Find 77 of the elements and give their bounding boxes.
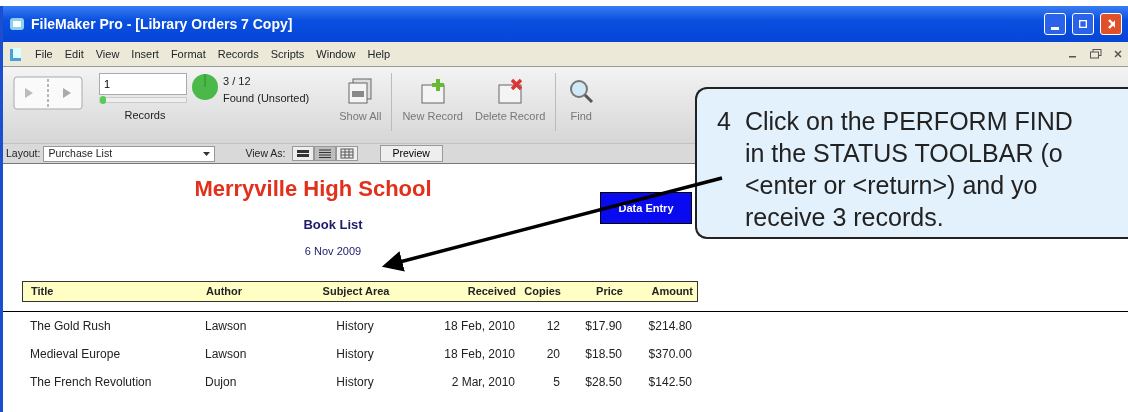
instruction-text: receive 3 records. <box>744 202 945 233</box>
table-cell-text: 5 <box>552 374 560 391</box>
step-number: 4 <box>717 106 731 137</box>
table-cell-text: History <box>335 374 375 391</box>
table-view-icon <box>338 148 355 159</box>
view-mode-button[interactable] <box>313 146 336 161</box>
menu-item[interactable]: Window <box>316 45 356 63</box>
app-icon <box>9 16 25 32</box>
slider-thumb[interactable] <box>100 96 106 104</box>
instruction-text: Click on the PERFORM FIND <box>744 106 1073 137</box>
view-as-label: View As: <box>245 145 286 161</box>
menu-item[interactable]: View <box>95 45 120 63</box>
menu-item[interactable]: Insert <box>131 45 159 63</box>
instruction-text: <enter or <return>) and yo <box>744 170 1039 201</box>
table-cell-text: $17.90 <box>584 318 622 335</box>
table-cell-text: The French Revolution <box>30 374 153 391</box>
toolbar-button[interactable]: Delete Record <box>468 73 552 129</box>
dropdown-arrow-icon <box>203 151 211 156</box>
minimize-button[interactable] <box>1044 13 1066 35</box>
record-slider[interactable] <box>99 97 187 103</box>
preview-button[interactable]: Preview <box>379 145 443 162</box>
column-header: Title <box>31 284 55 300</box>
report-subtitle: Book List <box>302 216 364 234</box>
table-cell-text: 18 Feb, 2010 <box>443 346 515 363</box>
menu-item[interactable]: Records <box>217 45 259 63</box>
column-header: Author <box>206 284 244 300</box>
close-icon <box>1107 18 1115 30</box>
table-cell-text: $142.50 <box>647 374 692 391</box>
column-header: Subject Area <box>321 284 391 300</box>
table-cell-text: 20 <box>545 346 560 363</box>
column-header: Copies <box>523 284 561 300</box>
document-icon <box>9 46 23 62</box>
found-status: Found (Unsorted) <box>223 90 310 106</box>
column-header: Price <box>595 284 623 300</box>
minimize-icon <box>1051 26 1059 30</box>
menu-item[interactable]: File <box>35 45 53 63</box>
table-cell-text: 18 Feb, 2010 <box>443 318 515 335</box>
close-button[interactable] <box>1100 13 1122 35</box>
column-header: Amount <box>650 284 693 300</box>
layout-dropdown[interactable]: Purchase List <box>43 145 216 162</box>
maximize-button[interactable] <box>1072 13 1094 35</box>
list-view-icon <box>316 148 333 159</box>
column-header: Received <box>466 284 516 300</box>
table-cell-text: $18.50 <box>584 346 622 363</box>
restore-icon[interactable] <box>1090 49 1102 59</box>
table-cell-text: History <box>335 346 375 363</box>
found-count: 3 / 12 <box>223 74 252 89</box>
layout-label: Layout: <box>6 145 41 161</box>
table-cell-text: $214.80 <box>647 318 692 335</box>
toolbar-button[interactable]: New Record <box>396 73 469 129</box>
close-icon[interactable] <box>1114 49 1122 59</box>
menu-item[interactable]: Format <box>170 45 206 63</box>
table-cell-text: History <box>335 318 375 335</box>
report-date: 6 Nov 2009 <box>303 243 363 259</box>
instruction-text: in the STATUS TOOLBAR (o <box>744 138 1064 169</box>
view-mode-button[interactable] <box>291 146 314 161</box>
window-title: FileMaker Pro - [Library Orders 7 Copy] <box>31 14 294 34</box>
table-cell-text: $28.50 <box>584 374 622 391</box>
table-cell-text: Dujon <box>205 374 238 391</box>
menu-item[interactable]: Help <box>367 45 391 63</box>
menu-item[interactable]: Scripts <box>270 45 305 63</box>
table-cell-text: 2 Mar, 2010 <box>450 374 515 391</box>
table-cell-text: Medieval Europe <box>30 346 122 363</box>
table-cell-text: Lawson <box>205 318 248 335</box>
pie-chart-icon <box>191 73 219 101</box>
toolbar-button[interactable]: Find <box>560 73 603 129</box>
form-view-icon <box>294 148 311 159</box>
menu-item[interactable]: Edit <box>64 45 84 63</box>
record-number-field[interactable]: 1 <box>99 73 187 95</box>
table-cell-text: The Gold Rush <box>30 318 112 335</box>
table-cell-text: 12 <box>545 318 560 335</box>
toolbar-button[interactable]: Show All <box>333 73 388 129</box>
table-cell-text: Lawson <box>205 346 248 363</box>
school-name: Merryville High School <box>193 175 433 203</box>
table-cell-text: $370.00 <box>647 346 692 363</box>
records-label: Records <box>123 108 167 123</box>
maximize-icon <box>1079 18 1087 30</box>
